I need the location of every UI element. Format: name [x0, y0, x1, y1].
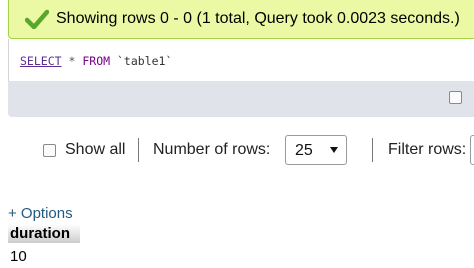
sql-operator-star: * — [68, 54, 76, 68]
show-all-label[interactable]: Show all — [65, 141, 125, 159]
filter-rows-input[interactable] — [470, 135, 474, 165]
sql-keyword-from: FROM — [82, 54, 111, 68]
results-table: duration 10 — [8, 224, 80, 267]
chevron-down-icon — [330, 147, 338, 153]
table-header-row: duration — [8, 224, 80, 243]
sql-query-box: SELECT * FROM `table1` — [8, 39, 474, 81]
sql-keyword-select[interactable]: SELECT — [20, 54, 62, 68]
sql-table-name: `table1` — [117, 54, 173, 68]
number-of-rows-select[interactable]: 25 — [285, 135, 347, 165]
success-message: Showing rows 0 - 0 (1 total, Query took … — [56, 10, 460, 27]
number-of-rows-label: Number of rows: — [153, 141, 271, 158]
query-results-page: Showing rows 0 - 0 (1 total, Query took … — [0, 0, 474, 268]
show-all-checkbox[interactable] — [43, 144, 56, 157]
sql-query-line: SELECT * FROM `table1` — [20, 54, 172, 68]
checkmark-icon — [25, 8, 51, 30]
query-tools-bar — [8, 81, 474, 117]
column-header-duration[interactable]: duration — [8, 224, 80, 243]
filter-rows-label: Filter rows: — [388, 141, 467, 158]
number-of-rows-value: 25 — [295, 142, 313, 159]
divider — [138, 138, 139, 162]
divider — [372, 138, 373, 162]
options-link[interactable]: + Options — [8, 205, 73, 222]
navigation-row: Show all Number of rows: 25 Filter rows: — [0, 135, 474, 167]
table-cell: 10 — [8, 243, 80, 267]
table-row: 10 — [8, 243, 80, 267]
success-banner: Showing rows 0 - 0 (1 total, Query took … — [8, 0, 474, 39]
tools-checkbox[interactable] — [449, 91, 462, 104]
